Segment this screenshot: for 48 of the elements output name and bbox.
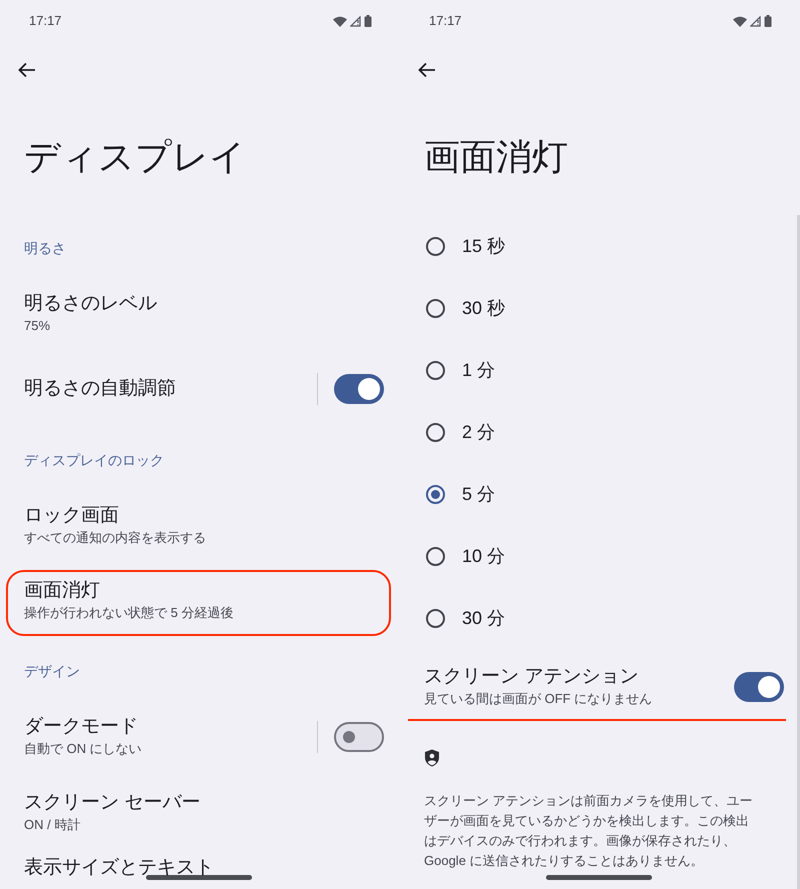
option-label[interactable]: 5 分 xyxy=(462,480,496,508)
setting-summary: すべての通知の内容を表示する xyxy=(24,528,207,546)
setting-title[interactable]: スクリーン アテンション xyxy=(424,665,718,689)
battery-icon xyxy=(364,15,372,27)
radio-button[interactable] xyxy=(426,546,445,566)
setting-title[interactable]: ロック画面 xyxy=(24,504,384,528)
toggle-switch[interactable] xyxy=(734,672,784,702)
page-title: ディスプレイ xyxy=(24,138,246,174)
setting-summary: ON / 時計 xyxy=(24,816,82,834)
signal-icon xyxy=(750,16,761,26)
wifi-icon xyxy=(333,16,347,26)
description-text: スクリーン アテンションは前面カメラを使用して、ユーザーが画面を見ているかどうかを検出します。この検出はデバイスのみで行われます。画像が保存されたり、Google に送信されたりすることはありません。 xyxy=(424,792,754,870)
radio-button[interactable] xyxy=(426,608,445,628)
radio-button[interactable] xyxy=(426,484,445,504)
setting-title[interactable]: 表示サイズとテキスト xyxy=(24,856,384,880)
option-label[interactable]: 30 分 xyxy=(462,604,506,632)
shield-person-icon xyxy=(424,749,440,767)
radio-button[interactable] xyxy=(426,236,445,256)
setting-title[interactable]: 明るさのレベル xyxy=(24,292,384,316)
option-label[interactable]: 15 秒 xyxy=(462,232,506,260)
option-label[interactable]: 30 秒 xyxy=(462,294,506,322)
battery-icon xyxy=(764,15,772,27)
setting-summary: 操作が行われない状態で 5 分経過後 xyxy=(24,604,234,622)
section-header: 明るさ xyxy=(24,239,66,258)
signal-icon xyxy=(350,16,361,26)
setting-title[interactable]: スクリーン セーバー xyxy=(24,790,384,814)
option-label[interactable]: 1 分 xyxy=(462,356,496,384)
setting-title[interactable]: 画面消灯 xyxy=(24,578,384,602)
toggle-switch[interactable] xyxy=(334,374,384,404)
setting-title[interactable]: ダークモード xyxy=(24,715,301,739)
status-time: 17:17 xyxy=(29,12,62,30)
toggle-switch[interactable] xyxy=(334,722,384,752)
status-time: 17:17 xyxy=(429,12,462,30)
setting-summary: 見ている間は画面が OFF になりません xyxy=(424,690,654,708)
setting-title[interactable]: 明るさの自動調節 xyxy=(24,377,301,401)
radio-button[interactable] xyxy=(426,360,445,380)
page-title: 画面消灯 xyxy=(424,138,568,174)
back-icon[interactable] xyxy=(418,62,436,78)
radio-button[interactable] xyxy=(426,422,445,442)
option-label[interactable]: 2 分 xyxy=(462,418,496,446)
radio-button[interactable] xyxy=(426,298,445,318)
section-header: ディスプレイのロック xyxy=(24,451,164,470)
wifi-icon xyxy=(733,16,747,26)
option-label[interactable]: 10 分 xyxy=(462,542,506,570)
setting-summary: 75% xyxy=(24,316,52,334)
section-header: デザイン xyxy=(24,662,80,681)
setting-summary: 自動で ON にしない xyxy=(24,740,143,758)
back-icon[interactable] xyxy=(18,62,36,78)
